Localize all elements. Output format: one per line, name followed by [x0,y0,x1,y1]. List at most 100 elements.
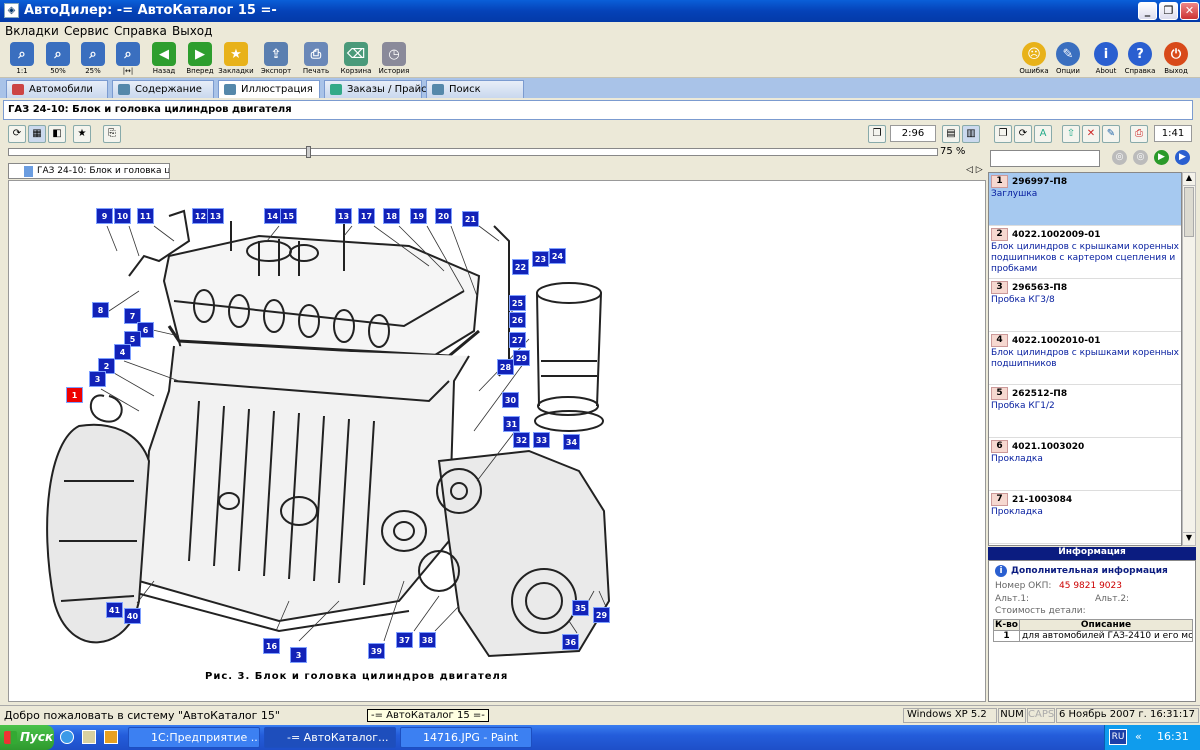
callout-3[interactable]: 3 [290,647,307,663]
error-button[interactable]: ☹ Ошибка [1016,41,1052,77]
scroll-down-icon[interactable]: ▼ [1183,532,1195,545]
callout-4[interactable]: 4 [114,344,131,360]
about-button[interactable]: i About [1088,41,1124,77]
tab-cars[interactable]: Автомобили [6,80,108,98]
zoom-fit-button[interactable]: ⌕ |↔| [110,41,146,77]
list-item[interactable]: 5 262512-П8 Пробка КГ1/2 [989,385,1181,438]
parts-scrollbar[interactable]: ▲ ▼ [1182,172,1196,546]
up-button[interactable]: ⇧ [1062,125,1080,143]
help-button[interactable]: ? Справка [1122,41,1158,77]
export-button[interactable]: ⇪ Экспорт [258,41,294,77]
callout-14[interactable]: 14 [264,208,281,224]
callout-29[interactable]: 29 [593,607,610,623]
zoom-25-button[interactable]: ⌕ 25% [75,41,111,77]
scroll-thumb[interactable] [1184,187,1194,237]
callout-9[interactable]: 9 [96,208,113,224]
callout-18[interactable]: 18 [383,208,400,224]
list-item[interactable]: 7 21-1003084 Прокладка [989,491,1181,544]
tab-search[interactable]: Поиск [426,80,524,98]
bookmarks-button[interactable]: ★ Закладки [218,41,254,77]
panel-view-button[interactable]: ▥ [962,125,980,143]
callout-22[interactable]: 22 [512,259,529,275]
callout-1[interactable]: 1 [66,387,83,403]
menu-tabs[interactable]: Вкладки [5,24,59,38]
callout-21[interactable]: 21 [462,211,479,227]
maximize-button[interactable]: ❐ [1159,2,1178,20]
next-result-icon[interactable]: ▶ [1154,150,1169,165]
zoom-1-1-button[interactable]: ⌕ 1:1 [4,41,40,77]
ie-icon[interactable] [60,730,74,744]
callout-11[interactable]: 11 [137,208,154,224]
list-item[interactable]: 4 4022.1002010-01 Блок цилиндров с крышкам… [989,332,1181,385]
callout-33[interactable]: 33 [533,432,550,448]
parts-search-input[interactable] [990,150,1100,167]
language-indicator[interactable]: RU [1109,729,1127,745]
callout-26[interactable]: 26 [509,312,526,328]
list-item[interactable]: 2 4022.1002009-01 Блок цилиндров с крышкам… [989,226,1181,279]
menu-exit[interactable]: Выход [172,24,212,38]
callout-25[interactable]: 25 [509,295,526,311]
callout-40[interactable]: 40 [124,608,141,624]
callout-35[interactable]: 35 [572,600,589,616]
forward-button[interactable]: ▶ Вперед [182,41,218,77]
tab-contents[interactable]: Содержание [112,80,214,98]
callout-8[interactable]: 8 [92,302,109,318]
task-1c[interactable]: 1С:Предприятие ... [128,727,260,748]
callout-13[interactable]: 13 [335,208,352,224]
callout-20[interactable]: 20 [435,208,452,224]
callout-13[interactable]: 13 [207,208,224,224]
callout-29[interactable]: 29 [513,350,530,366]
list-item[interactable]: 3 296563-П8 Пробка КГ3/8 [989,279,1181,332]
tray-expand-icon[interactable]: « [1135,730,1142,743]
callout-17[interactable]: 17 [358,208,375,224]
history-button[interactable]: ◷ История [376,41,412,77]
callout-16[interactable]: 16 [263,638,280,654]
quicklaunch-app-icon[interactable] [104,730,118,744]
callout-27[interactable]: 27 [509,332,526,348]
callout-23[interactable]: 23 [532,251,549,267]
cart-button[interactable]: ⌫ Корзина [338,41,374,77]
refresh-view-button[interactable]: ⟳ [8,125,26,143]
zoom-50-button[interactable]: ⌕ 50% [40,41,76,77]
grid-view-button[interactable]: ▦ [28,125,46,143]
first-result-icon[interactable]: ◎ [1112,150,1127,165]
callout-24[interactable]: 24 [549,248,566,264]
task-avtokatalog[interactable]: -= АвтоКаталог... [264,727,396,748]
list-item[interactable]: 6 4021.1003020 Прокладка [989,438,1181,491]
print-button[interactable]: ⎙ Печать [298,41,334,77]
split-view-button[interactable]: ▤ [942,125,960,143]
exit-button[interactable]: ⏻ Выход [1158,41,1194,77]
tab-scroll-arrows[interactable]: ◁ ▷ [966,165,983,175]
options-button[interactable]: ✎ Опции [1050,41,1086,77]
zoom-slider[interactable] [8,146,938,158]
callout-41[interactable]: 41 [106,602,123,618]
explorer-icon[interactable] [82,730,96,744]
callout-28[interactable]: 28 [497,359,514,375]
menu-service[interactable]: Сервис [64,24,109,38]
menu-help[interactable]: Справка [114,24,167,38]
callout-19[interactable]: 19 [410,208,427,224]
callout-39[interactable]: 39 [368,643,385,659]
minimize-button[interactable]: _ [1138,2,1157,20]
zoom-slider-thumb[interactable] [305,146,311,158]
edit-button[interactable]: ✎ [1102,125,1120,143]
table-row[interactable]: 1 для автомобилей ГАЗ-2410 и его мод... [994,631,1192,641]
refresh-parts-button[interactable]: ⟳ [1014,125,1032,143]
callout-31[interactable]: 31 [503,416,520,432]
callout-38[interactable]: 38 [419,632,436,648]
task-paint[interactable]: 14716.JPG - Paint [400,727,532,748]
list-item[interactable]: 1 296997-П8 Заглушка [989,173,1181,226]
callout-36[interactable]: 36 [562,634,579,650]
sort-az-button[interactable]: A [1034,125,1052,143]
callout-15[interactable]: 15 [280,208,297,224]
copy-parts-button[interactable]: ❐ [994,125,1012,143]
copy-button[interactable]: ❐ [868,125,886,143]
export-image-button[interactable]: ⎘ [103,125,121,143]
bookmark-star-button[interactable]: ★ [73,125,91,143]
callout-37[interactable]: 37 [396,632,413,648]
tab-orders[interactable]: Заказы / Прайсы [324,80,435,98]
scroll-up-icon[interactable]: ▲ [1183,173,1195,186]
remove-button[interactable]: ✕ [1082,125,1100,143]
callout-34[interactable]: 34 [563,434,580,450]
prev-result-icon[interactable]: ◎ [1133,150,1148,165]
